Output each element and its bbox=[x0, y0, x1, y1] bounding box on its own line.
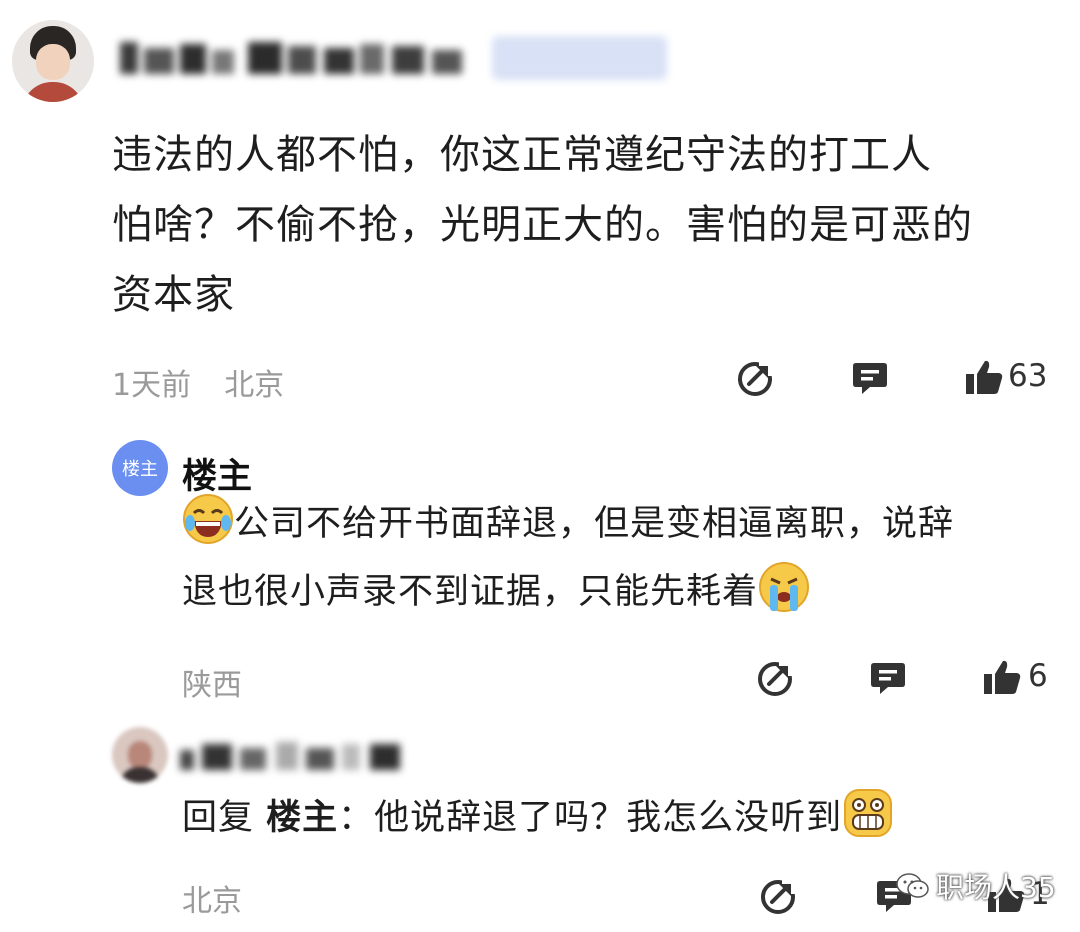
share-icon[interactable] bbox=[735, 358, 775, 398]
wechat-logo-icon bbox=[896, 872, 930, 900]
reply-text-line: 退也很小声录不到证据，只能先耗着 bbox=[182, 558, 1062, 626]
reply-to-name[interactable]: 楼主 bbox=[266, 798, 338, 838]
laughing-tears-emoji bbox=[182, 493, 234, 545]
reply-text: 公司不给开书面辞退，但是变相逼离职，说辞 退也很小声录不到证据，只能先耗着 bbox=[182, 490, 1062, 626]
like-count: 6 bbox=[1028, 658, 1048, 694]
reply-prefix: 回复 bbox=[182, 798, 255, 838]
reply-text: 回复 楼主：他说辞退了吗？我怎么没听到 bbox=[182, 784, 1062, 852]
comment-text-line: 资本家 bbox=[112, 272, 235, 318]
replier-avatar[interactable] bbox=[112, 727, 168, 783]
reply-text-body: ：他说辞退了吗？我怎么没听到 bbox=[338, 798, 843, 838]
commenter-name-blurred[interactable] bbox=[120, 38, 500, 78]
comment-time: 1天前 bbox=[112, 368, 192, 403]
share-icon[interactable] bbox=[758, 876, 798, 916]
comment-location: 北京 bbox=[224, 368, 285, 403]
watermark-text: 职场人35 bbox=[936, 871, 1056, 904]
reply-location: 陕西 bbox=[182, 668, 242, 703]
reply-text-line1: 公司不给开书面辞退，但是变相逼离职，说辞 bbox=[234, 504, 955, 544]
user-badge-blurred bbox=[492, 36, 667, 80]
share-icon[interactable] bbox=[755, 658, 795, 698]
replier-name-blurred[interactable] bbox=[180, 740, 405, 774]
comment-meta: 1天前 北京 bbox=[112, 360, 284, 404]
thumbs-up-icon[interactable] bbox=[964, 358, 1004, 398]
comment-icon[interactable] bbox=[868, 658, 908, 698]
host-avatar-label: 楼主 bbox=[122, 459, 158, 480]
reply-location: 北京 bbox=[182, 884, 242, 919]
comment-text-line: 违法的人都不怕，你这正常遵纪守法的打工人 bbox=[112, 132, 932, 178]
reply-text-line: 公司不给开书面辞退，但是变相逼离职，说辞 bbox=[182, 490, 1062, 558]
comment-text-line: 怕啥？不偷不抢，光明正大的。害怕的是可恶的 bbox=[112, 202, 973, 248]
like-count: 63 bbox=[1008, 358, 1048, 394]
host-avatar[interactable]: 楼主 bbox=[112, 440, 168, 496]
crying-emoji bbox=[758, 561, 810, 613]
thumbs-up-icon[interactable] bbox=[982, 658, 1022, 698]
grinning-emoji bbox=[842, 787, 894, 839]
commenter-avatar[interactable] bbox=[12, 20, 94, 102]
reply-text-line2: 退也很小声录不到证据，只能先耗着 bbox=[182, 572, 759, 612]
comment-icon[interactable] bbox=[850, 358, 890, 398]
comment-text: 违法的人都不怕，你这正常遵纪守法的打工人 怕啥？不偷不抢，光明正大的。害怕的是可… bbox=[112, 120, 1062, 330]
watermark: 职场人35 bbox=[896, 866, 1056, 906]
